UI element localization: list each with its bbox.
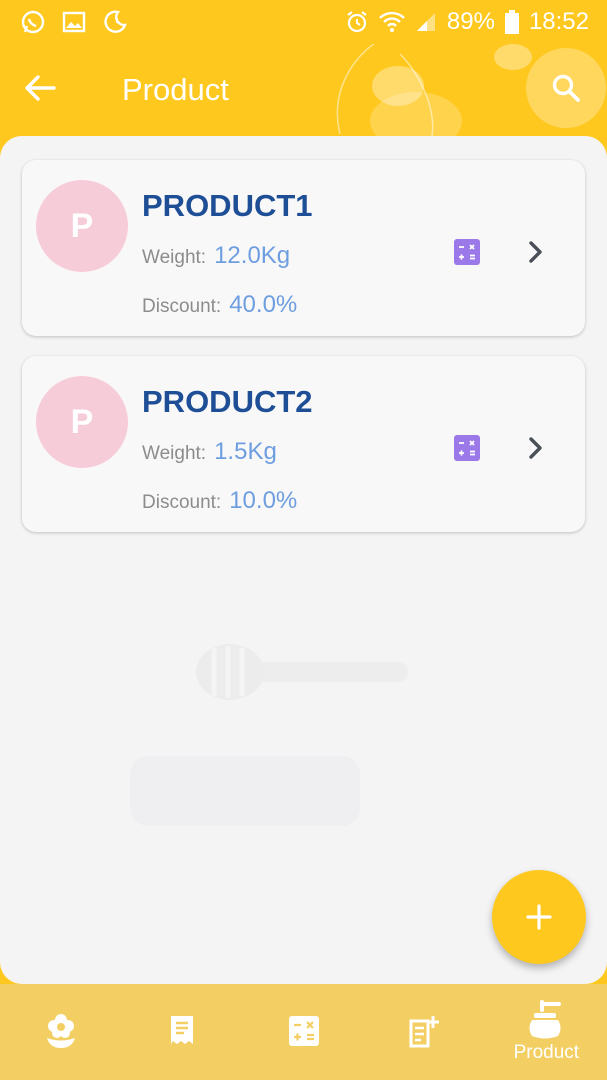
weight-row: Weight: 1.5Kg — [142, 438, 277, 466]
calculator-icon — [459, 440, 475, 456]
bottom-nav: Product — [0, 984, 607, 1080]
product-card[interactable]: P PRODUCT1 Weight: 12.0Kg Discount: 40.0… — [22, 160, 585, 336]
back-button[interactable] — [22, 72, 62, 108]
calculator-icon — [459, 244, 475, 260]
arrow-left-icon — [25, 75, 56, 101]
image-icon — [62, 11, 86, 33]
honey-dipper-illustration — [130, 644, 408, 826]
whatsapp-icon — [20, 9, 46, 35]
nav-item-records[interactable] — [121, 984, 242, 1080]
flower-icon — [46, 1014, 75, 1048]
nav-item-product[interactable]: Product — [486, 984, 607, 1080]
search-icon — [552, 74, 580, 102]
decor-arcs — [336, 44, 434, 136]
product-name: PRODUCT2 — [142, 384, 313, 419]
discount-label: Discount: — [142, 492, 222, 513]
honey-pot-icon — [529, 1000, 562, 1039]
moon-clock-icon — [102, 9, 128, 35]
product-list-panel: P PRODUCT1 Weight: 12.0Kg Discount: 40.0… — [0, 136, 607, 984]
weight-row: Weight: 12.0Kg — [142, 242, 290, 270]
status-time: 18:52 — [528, 8, 589, 35]
discount-value: 10.0% — [229, 487, 298, 514]
note-add-icon — [409, 1016, 439, 1048]
chevron-right-icon — [529, 437, 542, 459]
open-product-button[interactable] — [524, 434, 548, 462]
nav-label-product: Product — [513, 1042, 580, 1063]
calculator-button[interactable] — [454, 435, 480, 461]
alarm-icon — [345, 10, 369, 34]
add-product-button[interactable] — [492, 870, 586, 964]
battery-icon — [504, 10, 519, 34]
receipt-icon — [171, 1016, 194, 1044]
page-title: Product — [122, 72, 229, 107]
weight-label: Weight: — [142, 247, 207, 268]
weight-value: 1.5Kg — [214, 438, 277, 465]
discount-row: Discount: 40.0% — [142, 291, 297, 319]
discount-label: Discount: — [142, 296, 222, 317]
nav-item-add-note[interactable] — [364, 984, 485, 1080]
product-card[interactable]: P PRODUCT2 Weight: 1.5Kg Discount: 10.0% — [22, 356, 585, 532]
calculator-icon — [288, 1016, 319, 1046]
search-button[interactable] — [526, 48, 606, 128]
status-bar: 89% 18:52 — [0, 0, 607, 44]
discount-row: Discount: 10.0% — [142, 487, 297, 515]
discount-value: 40.0% — [229, 291, 298, 318]
plus-icon — [526, 904, 552, 930]
calculator-button[interactable] — [454, 239, 480, 265]
signal-icon — [415, 11, 437, 33]
weight-value: 12.0Kg — [214, 242, 291, 269]
app-header: Product — [0, 44, 607, 136]
chevron-right-icon — [529, 241, 542, 263]
wifi-icon — [379, 11, 405, 33]
open-product-button[interactable] — [524, 238, 548, 266]
avatar: P — [36, 376, 128, 468]
weight-label: Weight: — [142, 443, 207, 464]
battery-percent: 89% — [446, 8, 495, 35]
avatar: P — [36, 180, 128, 272]
nav-item-calculator[interactable] — [243, 984, 364, 1080]
decor-bubble — [494, 44, 532, 70]
nav-item-garden[interactable] — [0, 984, 121, 1080]
product-name: PRODUCT1 — [142, 188, 313, 223]
